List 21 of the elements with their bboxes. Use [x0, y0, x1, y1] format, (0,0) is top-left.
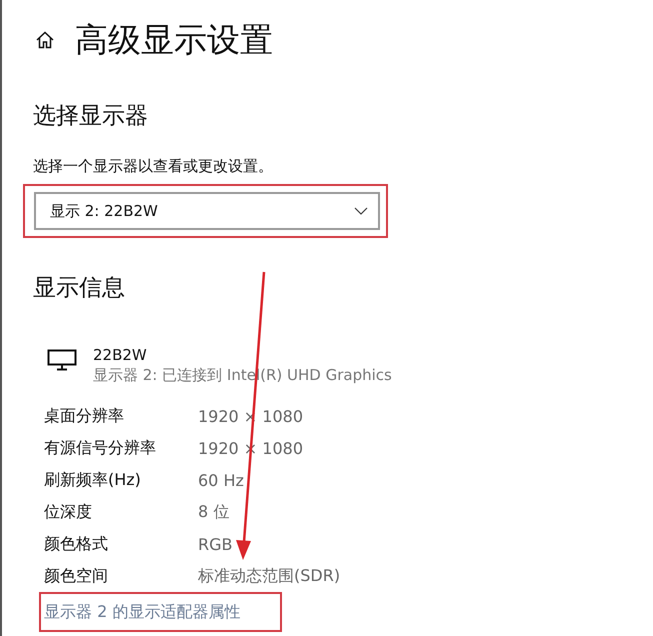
- description-text: 选择一个显示器以查看或更改设置。: [33, 157, 274, 176]
- info-label: 颜色空间: [44, 566, 109, 586]
- monitor-icon: [47, 349, 77, 371]
- info-value: 标准动态范围(SDR): [198, 566, 340, 586]
- info-label: 桌面分辨率: [44, 406, 125, 426]
- page-title: 高级显示设置: [75, 18, 273, 60]
- info-value: 60 Hz: [198, 470, 244, 490]
- info-value: 8 位: [198, 502, 230, 522]
- info-label: 有源信号分辨率: [44, 438, 157, 458]
- info-value: RGB: [198, 534, 232, 554]
- dropdown-value: 显示 2: 22B2W: [50, 202, 158, 220]
- section-heading: 显示信息: [33, 274, 126, 303]
- chevron-down-icon: [354, 207, 368, 215]
- home-icon[interactable]: [35, 30, 55, 50]
- monitor-name: 22B2W: [93, 346, 148, 364]
- adapter-properties-link[interactable]: 显示器 2 的显示适配器属性: [44, 602, 240, 622]
- info-label: 刷新频率(Hz): [44, 470, 142, 490]
- section-heading: 选择显示器: [33, 102, 149, 131]
- info-label: 位深度: [44, 502, 93, 522]
- display-dropdown[interactable]: 显示 2: 22B2W: [34, 192, 380, 230]
- info-label: 颜色格式: [44, 534, 109, 554]
